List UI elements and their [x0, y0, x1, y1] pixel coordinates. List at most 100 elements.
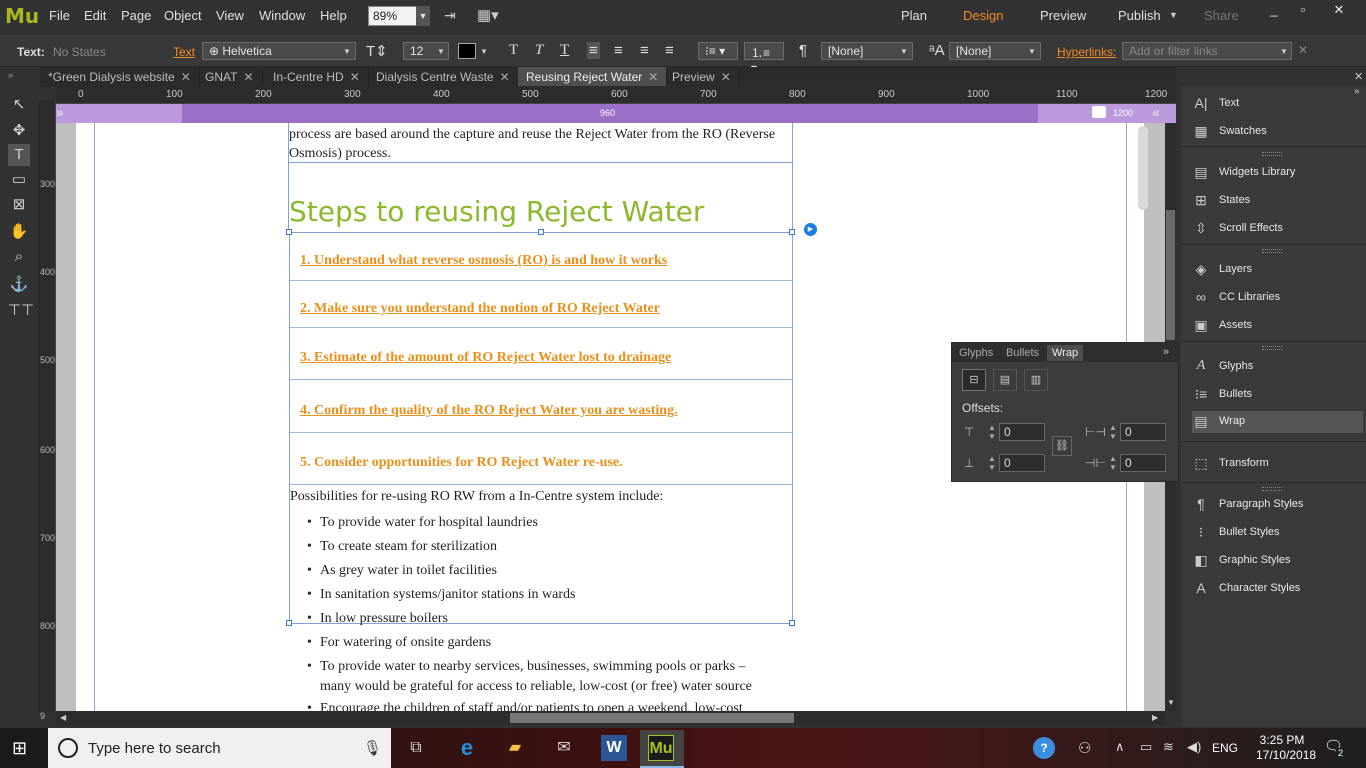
menu-window[interactable]: Window	[259, 8, 305, 23]
page-scroll-thumb[interactable]	[1138, 126, 1148, 210]
page-layout-icon[interactable]: ▦▾	[477, 6, 499, 24]
tab-close-icon[interactable]: ✕	[350, 70, 360, 84]
tab-close-icon[interactable]: ✕	[181, 70, 191, 84]
panel-text[interactable]: A| Text	[1192, 93, 1362, 115]
tab-green-dialysis[interactable]: *Green Dialysis website ✕	[40, 67, 200, 87]
left-offset-field[interactable]: 0	[1120, 423, 1166, 441]
tab-reusing-reject-water[interactable]: Reusing Reject Water ✕	[518, 67, 668, 87]
top-offset-spinner-icon[interactable]: ▲ ▼	[986, 423, 998, 441]
step-4[interactable]: 4. Confirm the quality of the RO Reject …	[300, 403, 678, 419]
panel-paragraph-styles[interactable]: ¶ Paragraph Styles	[1192, 494, 1362, 516]
color-swatch[interactable]	[458, 43, 476, 59]
bottom-offset-field[interactable]: 0	[999, 454, 1045, 472]
breakpoint-handle[interactable]	[1092, 106, 1106, 118]
panel-states[interactable]: ⊞ States	[1192, 190, 1362, 212]
align-right-icon[interactable]: ≡	[640, 42, 649, 59]
scroll-down-icon[interactable]: ▼	[1167, 698, 1175, 707]
step-2[interactable]: 2. Make sure you understand the notion o…	[300, 301, 660, 317]
tab-in-centre-hd[interactable]: In-Centre HD ✕	[265, 67, 369, 87]
bold-icon[interactable]: T	[509, 42, 518, 59]
scroll-left-icon[interactable]: ◀	[60, 713, 66, 722]
hyperlinks-label[interactable]: Hyperlinks:	[1057, 45, 1116, 59]
tab-preview[interactable]: Preview ✕	[664, 67, 740, 87]
underline-icon[interactable]: T	[560, 42, 569, 59]
tab-dialysis-centre-waste[interactable]: Dialysis Centre Waste ✕	[368, 67, 519, 87]
mode-share[interactable]: Share	[1204, 8, 1239, 23]
mail-icon[interactable]: ✉	[547, 735, 581, 761]
vertical-scroll-thumb[interactable]	[1166, 210, 1175, 340]
bullet-list-button[interactable]: ⁝≡ ▾	[698, 42, 738, 60]
task-view-icon[interactable]: ⧉	[399, 735, 433, 761]
edge-icon[interactable]: e	[450, 735, 484, 761]
language-indicator[interactable]: ENG	[1212, 741, 1238, 755]
link-offsets-icon[interactable]: ⛓	[1052, 436, 1072, 456]
rectangle-tool-icon[interactable]: ▭	[8, 169, 30, 191]
step-3[interactable]: 3. Estimate of the amount of RO Reject W…	[300, 350, 671, 366]
wrap-around-button[interactable]: ▤	[993, 369, 1017, 391]
panel-bullet-styles[interactable]: ⁝ Bullet Styles	[1192, 522, 1362, 544]
file-explorer-icon[interactable]: ▰	[498, 735, 532, 761]
zoom-dropdown-icon[interactable]: ▼	[416, 6, 430, 26]
panel-glyphs[interactable]: A Glyphs	[1192, 356, 1362, 378]
font-dropdown-icon[interactable]: ▼	[343, 47, 351, 56]
upload-icon[interactable]: ⇥	[444, 7, 456, 24]
hand-tool-icon[interactable]: ✋	[8, 221, 30, 243]
mode-preview[interactable]: Preview	[1040, 8, 1086, 23]
panel-layers[interactable]: ◈ Layers	[1192, 259, 1362, 281]
wrap-panel-tab-bullets[interactable]: Bullets	[1001, 345, 1044, 361]
anchor-icon[interactable]: ⚓	[8, 274, 30, 296]
panel-grip[interactable]	[1262, 249, 1282, 253]
menu-page[interactable]: Page	[121, 8, 151, 23]
numbered-list-button[interactable]: ⒈≡ ▾	[744, 42, 784, 75]
italic-icon[interactable]: T	[535, 42, 543, 59]
publish-dropdown-icon[interactable]: ▼	[1169, 10, 1178, 20]
selection-tool-icon[interactable]: ↖	[8, 94, 30, 116]
wrap-none-button[interactable]: ⊟	[962, 369, 986, 391]
panel-cc-libraries[interactable]: ∞ CC Libraries	[1192, 287, 1362, 309]
panel-grip[interactable]	[1262, 152, 1282, 156]
close-button[interactable]: ✕	[1325, 2, 1353, 20]
panel-grip[interactable]	[1262, 487, 1282, 491]
right-offset-field[interactable]: 0	[1120, 454, 1166, 472]
align-left-icon[interactable]: ≡	[587, 42, 600, 59]
selection-handle[interactable]	[286, 229, 292, 235]
help-icon[interactable]: ?	[1033, 737, 1055, 759]
windows-start-icon[interactable]: ⊞	[12, 738, 27, 759]
panel-widgets-library[interactable]: ▤ Widgets Library	[1192, 162, 1362, 184]
show-hidden-icons-icon[interactable]: ∧	[1115, 739, 1125, 755]
menu-edit[interactable]: Edit	[84, 8, 106, 23]
network-icon[interactable]: ≋	[1163, 739, 1174, 755]
states-label[interactable]: No States	[53, 45, 106, 59]
collapse-toolbar-icon[interactable]: »	[8, 70, 13, 80]
clock[interactable]: 3:25 PM 17/10/2018	[1256, 733, 1316, 763]
top-offset-field[interactable]: 0	[999, 423, 1045, 441]
panel-swatches[interactable]: ▦ Swatches	[1192, 121, 1362, 143]
selection-handle[interactable]	[789, 229, 795, 235]
clear-link-icon[interactable]: ✕	[1298, 43, 1308, 57]
maximize-button[interactable]: ▫	[1289, 2, 1317, 20]
tab-gnat[interactable]: GNAT ✕	[197, 67, 263, 87]
mode-publish[interactable]: Publish	[1118, 8, 1161, 23]
panel-scroll-effects[interactable]: ⇳ Scroll Effects	[1192, 218, 1362, 240]
image-frame-tool-icon[interactable]: ⊠	[8, 194, 30, 216]
justify-icon[interactable]: ≡	[665, 42, 674, 59]
microphone-icon[interactable]: 🎙	[363, 739, 382, 757]
left-offset-spinner-icon[interactable]: ▲ ▼	[1107, 423, 1119, 441]
text-grid-icon[interactable]: ⊤⊤	[8, 300, 34, 322]
volume-icon[interactable]: ◀)	[1187, 739, 1201, 755]
panel-transform[interactable]: ⬚ Transform	[1192, 453, 1362, 475]
minimize-button[interactable]: _	[1260, 2, 1288, 20]
tab-close-icon[interactable]: ✕	[721, 70, 731, 84]
panel-bullets[interactable]: ⁝≡ Bullets	[1192, 384, 1362, 406]
bottom-offset-spinner-icon[interactable]: ▲ ▼	[986, 454, 998, 472]
panel-grip[interactable]	[1262, 346, 1282, 350]
horizontal-scroll-thumb[interactable]	[510, 713, 794, 723]
scroll-right-icon[interactable]: ▶	[1152, 713, 1158, 722]
font-field[interactable]: ⊕ Helvetica	[202, 42, 356, 60]
mode-plan[interactable]: Plan	[901, 8, 927, 23]
tab-close-icon[interactable]: ✕	[648, 70, 658, 84]
text-style-link[interactable]: Text	[173, 45, 195, 59]
mode-design[interactable]: Design	[963, 8, 1003, 23]
character-style-dropdown-icon[interactable]: ▼	[1028, 47, 1036, 56]
wrap-panel-collapse-icon[interactable]: »	[1163, 346, 1169, 358]
